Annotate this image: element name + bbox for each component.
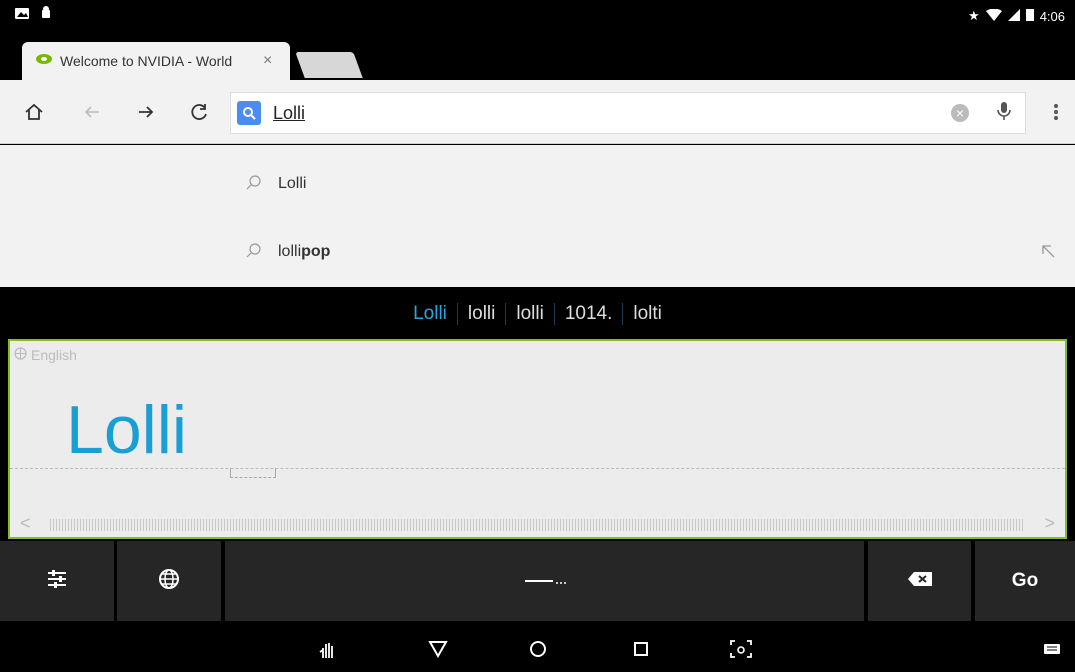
refine-arrow-icon[interactable] <box>1041 242 1055 263</box>
suggestion-item[interactable]: lollipop <box>0 217 1075 287</box>
insertion-cursor <box>230 468 276 478</box>
globe-icon <box>14 347 27 363</box>
language-label: English <box>14 347 77 363</box>
signal-icon <box>1007 8 1020 24</box>
handwritten-text: Lolli <box>66 392 187 468</box>
wifi-icon <box>985 8 1002 24</box>
forward-icon[interactable] <box>130 96 162 128</box>
home-icon[interactable] <box>18 96 50 128</box>
back-nav-icon[interactable] <box>424 635 452 663</box>
sliders-icon <box>46 568 68 595</box>
back-icon[interactable] <box>76 96 108 128</box>
candidate-word[interactable]: lolli <box>506 302 555 325</box>
scroll-left-icon[interactable]: < <box>20 513 31 534</box>
browser-toolbar: Lolli × <box>0 80 1075 144</box>
browser-tab[interactable]: Welcome to NVIDIA - World × <box>22 42 290 80</box>
star-icon: ★ <box>968 8 980 23</box>
scroll-track[interactable] <box>50 519 1025 531</box>
reload-icon[interactable] <box>184 96 216 128</box>
search-icon <box>237 101 261 125</box>
candidate-word[interactable]: Lolli <box>403 302 458 325</box>
suggestion-label: lollipop <box>278 243 331 260</box>
suggestions-list: Lolli lollipop <box>0 145 1075 287</box>
settings-key[interactable] <box>0 541 114 621</box>
clock: 4:06 <box>1039 8 1065 24</box>
recents-nav-icon[interactable] <box>627 635 655 663</box>
home-nav-icon[interactable] <box>524 635 552 663</box>
writing-baseline <box>10 468 1065 469</box>
search-icon <box>246 174 262 195</box>
android-notification-icon <box>40 6 52 23</box>
candidate-word[interactable]: lolti <box>623 303 672 325</box>
candidate-word[interactable]: lolli <box>458 302 507 325</box>
candidate-word[interactable]: 1014. <box>555 302 624 325</box>
screenshot-icon[interactable] <box>727 635 755 663</box>
battery-icon <box>1025 8 1034 24</box>
language-key[interactable] <box>117 541 221 621</box>
keyboard-switch-icon[interactable] <box>1038 635 1066 663</box>
space-icon <box>523 571 567 592</box>
space-key[interactable] <box>225 541 864 621</box>
backspace-icon <box>907 571 933 592</box>
microphone-icon[interactable] <box>997 101 1011 126</box>
keyboard-row: Go <box>0 541 1075 623</box>
navigation-bar <box>0 623 1075 672</box>
close-tab-icon[interactable]: × <box>263 52 272 70</box>
address-input[interactable]: Lolli <box>273 103 951 124</box>
clear-input-icon[interactable]: × <box>951 104 969 122</box>
suggestion-item[interactable]: Lolli <box>0 149 1075 219</box>
notification-icons <box>14 6 52 23</box>
status-bar: ★ 4:06 Welcome to NVIDIA - World × <box>0 0 1075 80</box>
backspace-key[interactable] <box>868 541 971 621</box>
nvidia-favicon-icon <box>36 52 52 70</box>
system-status: ★ 4:06 <box>968 8 1065 24</box>
search-icon <box>246 242 262 263</box>
pad-scroller[interactable]: < > <box>10 513 1065 537</box>
menu-icon[interactable] <box>1040 96 1072 128</box>
gesture-hand-icon[interactable] <box>314 635 342 663</box>
address-bar[interactable]: Lolli × <box>230 92 1026 134</box>
tab-title: Welcome to NVIDIA - World <box>60 53 233 69</box>
suggestion-label: Lolli <box>278 175 307 192</box>
handwriting-pad[interactable]: English Lolli < > <box>8 339 1067 539</box>
new-tab-button[interactable] <box>295 52 363 78</box>
scroll-right-icon[interactable]: > <box>1044 513 1055 534</box>
candidate-bar: Lolli lolli lolli 1014. lolti <box>0 288 1075 339</box>
globe-icon <box>158 568 180 595</box>
go-key[interactable]: Go <box>975 541 1075 621</box>
photo-notification-icon <box>14 6 30 23</box>
